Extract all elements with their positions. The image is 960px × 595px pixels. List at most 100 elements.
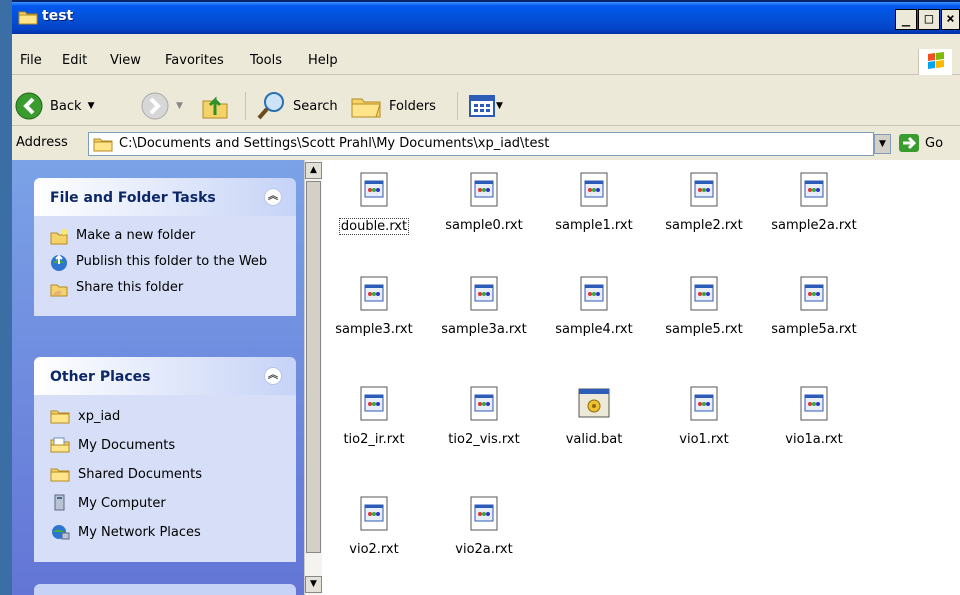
document-icon: [800, 276, 828, 311]
file-item[interactable]: sample3.rxt: [319, 276, 429, 337]
task-make-new-folder[interactable]: Make a new folder: [50, 228, 286, 246]
task-label: Share this folder: [76, 280, 184, 295]
document-icon: [360, 276, 388, 311]
document-icon: [690, 276, 718, 311]
file-name: sample5.rxt: [665, 322, 743, 337]
minimize-button[interactable]: _: [895, 9, 917, 30]
toolbar-separator: [457, 92, 458, 120]
file-item[interactable]: vio1a.rxt: [759, 386, 869, 447]
task-share-folder[interactable]: Share this folder: [50, 280, 286, 298]
file-item[interactable]: sample2a.rxt: [759, 172, 869, 233]
menu-help[interactable]: Help: [308, 53, 338, 68]
task-label: Publish this folder to the Web: [76, 254, 268, 269]
panel-body: xp_iad My Documents Shared Documents My …: [34, 395, 296, 562]
scroll-down-arrow-icon[interactable]: ▼: [305, 576, 322, 593]
panel-title: Other Places: [50, 369, 151, 385]
search-icon: [257, 92, 284, 120]
file-item[interactable]: sample3a.rxt: [429, 276, 539, 337]
file-item[interactable]: double.rxt: [319, 172, 429, 235]
menu-tools[interactable]: Tools: [250, 53, 282, 68]
search-button[interactable]: Search: [255, 86, 338, 126]
place-label: Shared Documents: [78, 466, 203, 482]
views-dropdown-icon[interactable]: ▼: [496, 101, 503, 111]
file-name: sample3a.rxt: [441, 322, 527, 337]
file-item[interactable]: vio2.rxt: [319, 496, 429, 557]
close-button[interactable]: ×: [941, 9, 960, 30]
file-name: sample3.rxt: [335, 322, 413, 337]
document-icon: [800, 172, 828, 207]
file-name: sample0.rxt: [445, 218, 523, 233]
file-item[interactable]: sample0.rxt: [429, 172, 539, 233]
views-button[interactable]: ▼: [468, 86, 503, 126]
other-places-panel: Other Places ︽ xp_iad My Documents Share…: [34, 357, 296, 562]
file-item[interactable]: sample1.rxt: [539, 172, 649, 233]
title-bar[interactable]: test _ □ ×: [12, 0, 960, 34]
menu-bar: File Edit View Favorites Tools Help: [12, 47, 960, 75]
address-input[interactable]: C:\Documents and Settings\Scott Prahl\My…: [88, 132, 874, 156]
file-name: vio2a.rxt: [455, 542, 513, 557]
address-path: C:\Documents and Settings\Scott Prahl\My…: [119, 136, 550, 151]
address-label: Address: [16, 135, 68, 150]
share-folder-icon: [50, 284, 68, 297]
file-item[interactable]: sample2.rxt: [649, 172, 759, 233]
file-name: tio2_ir.rxt: [343, 432, 405, 447]
folders-icon: [351, 98, 381, 118]
collapse-chevron-icon[interactable]: ︽: [264, 188, 282, 206]
file-name: vio1.rxt: [679, 432, 729, 447]
windows-logo-icon: [918, 49, 952, 75]
place-label: My Computer: [78, 495, 166, 511]
place-xp-iad[interactable]: xp_iad: [50, 407, 286, 425]
forward-arrow-icon: [141, 92, 169, 120]
menu-file[interactable]: File: [20, 53, 42, 68]
document-icon: [360, 172, 388, 207]
back-label: Back: [50, 98, 82, 114]
file-name: sample1.rxt: [555, 218, 633, 233]
folder-icon: [18, 11, 38, 25]
up-folder-button[interactable]: [200, 86, 230, 126]
menu-edit[interactable]: Edit: [62, 53, 87, 68]
back-button[interactable]: Back ▼: [14, 86, 94, 126]
menu-favorites[interactable]: Favorites: [165, 53, 224, 68]
document-icon: [580, 172, 608, 207]
file-item[interactable]: tio2_ir.rxt: [319, 386, 429, 447]
place-shared-documents[interactable]: Shared Documents: [50, 465, 286, 483]
forward-button[interactable]: ▼: [140, 86, 183, 126]
place-my-documents[interactable]: My Documents: [50, 436, 286, 454]
file-item[interactable]: valid.bat: [539, 386, 649, 447]
menu-view[interactable]: View: [110, 53, 141, 68]
document-icon: [580, 276, 608, 311]
file-item[interactable]: vio1.rxt: [649, 386, 759, 447]
up-folder-icon: [202, 96, 228, 119]
collapse-chevron-icon[interactable]: ︽: [264, 367, 282, 385]
desktop-strip: [0, 0, 12, 595]
views-icon: [469, 95, 495, 117]
address-bar: Address C:\Documents and Settings\Scott …: [12, 130, 960, 158]
panel-header[interactable]: File and Folder Tasks ︽: [34, 178, 296, 216]
file-item[interactable]: sample5a.rxt: [759, 276, 869, 337]
my-documents-icon: [50, 437, 70, 453]
search-label: Search: [293, 98, 338, 114]
place-my-network-places[interactable]: My Network Places: [50, 523, 286, 541]
file-item[interactable]: tio2_vis.rxt: [429, 386, 539, 447]
file-item[interactable]: vio2a.rxt: [429, 496, 539, 557]
document-icon: [470, 276, 498, 311]
back-dropdown-icon[interactable]: ▼: [88, 101, 95, 111]
place-my-computer[interactable]: My Computer: [50, 494, 286, 512]
forward-dropdown-icon[interactable]: ▼: [176, 101, 183, 111]
file-item[interactable]: sample4.rxt: [539, 276, 649, 337]
document-icon: [470, 386, 498, 421]
address-dropdown-icon[interactable]: ▼: [874, 134, 891, 154]
folders-button[interactable]: Folders: [349, 86, 436, 126]
place-label: My Network Places: [78, 524, 201, 540]
maximize-button[interactable]: □: [918, 9, 940, 30]
panel-header[interactable]: Other Places ︽: [34, 357, 296, 395]
file-folder-tasks-panel: File and Folder Tasks ︽ Make a new folde…: [34, 178, 296, 316]
file-name: sample4.rxt: [555, 322, 633, 337]
file-view: double.rxt sample0.rxt sample1.rxt sampl…: [322, 160, 960, 595]
task-pane: File and Folder Tasks ︽ Make a new folde…: [12, 160, 304, 595]
file-name: sample2a.rxt: [771, 218, 857, 233]
go-button[interactable]: Go: [898, 133, 943, 153]
task-publish-to-web[interactable]: Publish this folder to the Web: [50, 254, 286, 272]
file-item[interactable]: sample5.rxt: [649, 276, 759, 337]
details-panel-header[interactable]: [34, 584, 296, 595]
